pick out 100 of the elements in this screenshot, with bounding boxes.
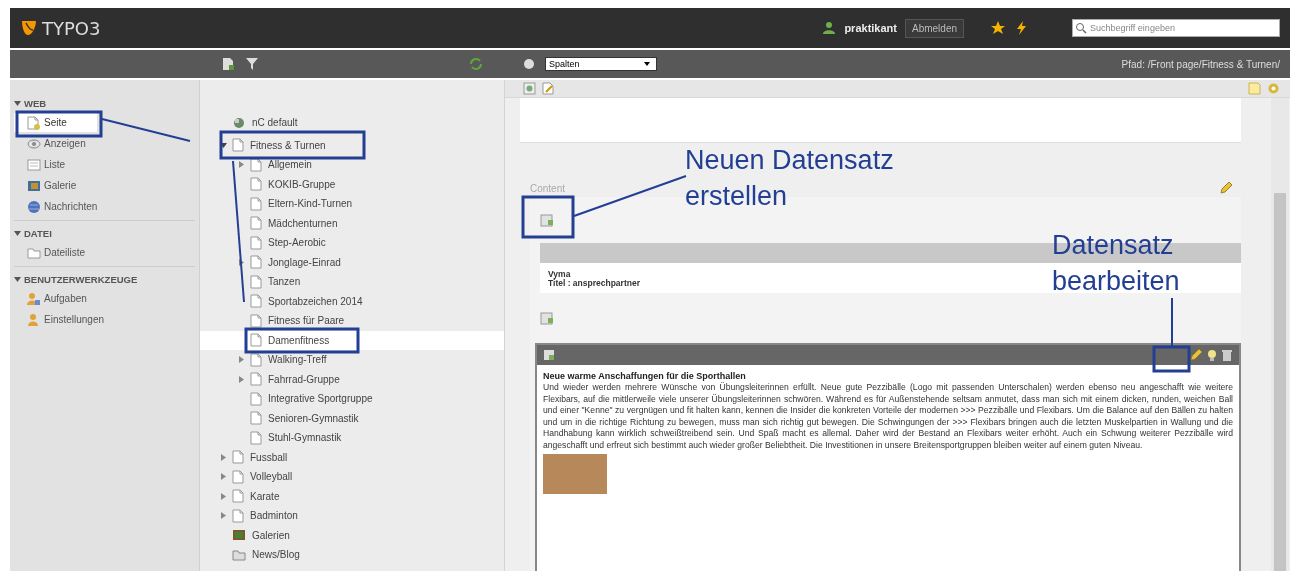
list-icon <box>27 157 41 172</box>
module-item[interactable]: Aufgaben <box>14 289 97 308</box>
collapse-icon[interactable] <box>14 99 21 107</box>
refresh-icon[interactable] <box>469 57 483 71</box>
page-icon <box>232 469 244 484</box>
trash-icon[interactable] <box>1221 348 1233 362</box>
user-name[interactable]: praktikant <box>844 22 897 34</box>
tree-item[interactable]: Volleyball <box>200 467 504 487</box>
pencil-icon[interactable] <box>1219 181 1233 195</box>
tree-item[interactable]: Senioren-Gymnastik <box>200 408 504 428</box>
page-icon <box>250 255 262 270</box>
collapse-icon[interactable] <box>220 141 227 149</box>
annotation-text: Neuen Datensatz erstellen <box>684 144 895 213</box>
user-icon <box>822 21 837 35</box>
view-icon[interactable] <box>523 82 536 95</box>
page-icon <box>250 391 262 406</box>
search-field[interactable]: Suchbegriff eingeben <box>1072 19 1280 37</box>
column-label: Content <box>530 182 566 194</box>
tree-item[interactable]: News/Blog <box>200 545 504 565</box>
new-record-icon[interactable] <box>540 213 554 227</box>
module-item[interactable]: Liste <box>14 155 97 174</box>
tree-item[interactable]: Integrative Sportgruppe <box>200 389 504 409</box>
highlight-frame <box>1152 345 1191 373</box>
user-icon <box>27 312 41 327</box>
tree-item[interactable]: Allgemein <box>200 155 504 175</box>
photo-placeholder <box>543 453 607 494</box>
tree-item[interactable]: Fitness für Paare <box>200 311 504 331</box>
collapse-icon[interactable] <box>14 275 21 283</box>
module-group-title[interactable]: DATEI <box>24 227 52 239</box>
globe-icon <box>27 199 41 214</box>
page-icon <box>250 177 262 192</box>
tree-item[interactable]: Stuhl-Gymnastik <box>200 428 504 448</box>
image-icon <box>27 178 41 193</box>
circle-icon[interactable] <box>523 58 535 70</box>
users-icon <box>27 291 41 306</box>
tree-item[interactable]: nC default <box>200 113 504 133</box>
bulb-icon[interactable] <box>1206 348 1218 362</box>
highlight-frame <box>521 195 575 239</box>
edit-page-icon[interactable] <box>542 82 555 95</box>
logout-button[interactable]: Abmelden <box>904 18 964 38</box>
element-type-icon <box>543 349 555 361</box>
folder-icon <box>232 547 246 562</box>
module-item[interactable]: Anzeigen <box>14 134 97 153</box>
tree-item[interactable]: Mädchenturnen <box>200 213 504 233</box>
new-record-icon[interactable] <box>540 311 554 325</box>
folder-icon <box>27 245 41 260</box>
page-icon <box>250 411 262 426</box>
expand-icon[interactable] <box>238 258 245 266</box>
tree-item[interactable]: Walking-Treff <box>200 350 504 370</box>
tree-item[interactable]: Fitness & Turnen <box>200 135 504 155</box>
module-item[interactable]: Galerie <box>14 176 97 195</box>
tree-item[interactable]: Tanzen <box>200 272 504 292</box>
tree-item[interactable]: Fahrrad-Gruppe <box>200 369 504 389</box>
record-subtitle: Titel : ansprechpartner <box>548 279 641 288</box>
gear-icon[interactable] <box>1267 82 1280 95</box>
tree-item[interactable]: Step-Aerobic <box>200 233 504 253</box>
annotation-text: Datensatz bearbeiten <box>1051 229 1181 298</box>
module-item[interactable]: Einstellungen <box>14 310 111 329</box>
tree-item[interactable]: Jonglage-Einrad <box>200 252 504 272</box>
page-icon <box>250 333 262 348</box>
tree-item[interactable]: KOKIB-Gruppe <box>200 174 504 194</box>
element-heading: Neue warme Anschaffungen für die Sporthallen <box>543 371 747 381</box>
collapse-icon[interactable] <box>14 229 21 237</box>
page-icon <box>250 372 262 387</box>
tree-item[interactable]: Damenfitness <box>200 330 504 350</box>
module-group-title[interactable]: WEB <box>24 97 47 109</box>
page-icon <box>232 489 244 504</box>
page-icon <box>250 294 262 309</box>
page-icon <box>250 274 262 289</box>
leader-line <box>1171 297 1173 347</box>
pencil-icon[interactable] <box>1189 348 1203 362</box>
logo-icon <box>20 19 38 37</box>
scrollbar[interactable] <box>1274 193 1286 571</box>
view-select[interactable]: Spalten <box>545 57 657 71</box>
page-icon <box>250 216 262 231</box>
tree-item[interactable]: Karate <box>200 486 504 506</box>
page-icon <box>250 196 262 211</box>
page-icon <box>232 450 244 465</box>
tree-item[interactable]: Fussball <box>200 447 504 467</box>
star-icon[interactable] <box>990 20 1006 36</box>
page-icon <box>250 313 262 328</box>
page-path: Pfad: /Front page/Fitness & Turnen/ <box>1121 58 1280 70</box>
logo-text: TYPO3 <box>42 17 101 39</box>
page-icon <box>250 235 262 250</box>
new-page-icon[interactable] <box>222 57 235 71</box>
page-icon <box>250 352 262 367</box>
page-icon <box>232 508 244 523</box>
filter-icon[interactable] <box>245 57 259 71</box>
element-text: Und wieder werden mehrere Wünsche von Übungsleiterinnen erfüllt. Neue gute Pezzibälle (Logo mit passenden Unterschalen) werden ebenso neu angeschafft wie weitere Flexibars, auf die mittlerweile viele unserer Übungsleiterinnen schwören. Während es für Außenstehende seltsam anmutet, dass man sich mit einem dicken, runden, weichen Ball und einer "Kenne" zu vergnügen und fit halten kann, kennen die Insider die konkreten Vorteile der modernen >>> Pezzibälle und Flexibars. Um die Balance auf den Bällen zu halten und um in die richtige Richtung zu bewegen, muss man sich richtig gut bewegen. Die Schwingungen der >>> Flexibars bringen auch die letzten Muskelpartien in Wallung und die Handhabung kann wirklich schweißtreibend sein. Und Spaß macht es allemal. Daher wird der Bestand an Flexibars weiter erhöht. Auch ein Schwung weiterer Pezzibälle wird angeschafft und erfreut sich bestimmt auch wieder großer Beliebtheit. Die Investitionen in unsere Breitensportgruppen bleiben weiter auf einem guten Niveau. <box>543 382 1233 452</box>
globe-icon <box>232 115 246 130</box>
eye-icon <box>27 136 41 151</box>
tree-item[interactable]: Eltern-Kind-Turnen <box>200 194 504 214</box>
module-item[interactable]: Nachrichten <box>14 197 104 216</box>
record-title: Vyma <box>548 270 572 279</box>
module-item[interactable]: Dateiliste <box>14 243 97 262</box>
tree-item[interactable]: Galerien <box>200 525 504 545</box>
tree-item[interactable]: Sportabzeichen 2014 <box>200 291 504 311</box>
module-group-title[interactable]: BENUTZERWERKZEUGE <box>24 273 138 285</box>
page-icon <box>27 115 41 130</box>
tree-item[interactable]: Badminton <box>200 506 504 526</box>
